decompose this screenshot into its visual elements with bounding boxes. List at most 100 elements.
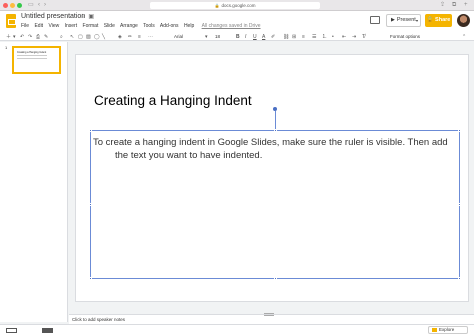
grid-view-icon[interactable] — [42, 328, 53, 333]
slide-number: 1 — [5, 45, 8, 50]
numbered-list-icon[interactable]: ⒈ — [322, 33, 327, 41]
slide-canvas[interactable]: Creating a Hanging Indent To create a ha… — [76, 55, 468, 301]
redo-icon[interactable]: ↷ — [28, 33, 32, 41]
resize-handle-bottom-right[interactable] — [458, 277, 461, 280]
chevron-down-icon[interactable]: ▾ — [416, 15, 418, 26]
filmstrip-view-icon[interactable] — [6, 328, 17, 333]
tabs-icon[interactable]: ⧉ — [452, 1, 456, 10]
new-slide-dropdown-icon[interactable]: ▾ — [13, 33, 16, 41]
browser-titlebar: ▭ ‹ › 🔒 docs.google.com ⇪ ⧉ + — [0, 0, 474, 11]
slide-canvas-area: Creating a Hanging Indent To create a ha… — [69, 42, 474, 314]
address-bar[interactable]: 🔒 docs.google.com — [150, 2, 320, 9]
line-icon[interactable]: ╲ — [102, 33, 105, 41]
resize-handle-right[interactable] — [458, 203, 461, 206]
comment-add-icon[interactable]: ⊞ — [292, 33, 296, 41]
notes-resize-grip[interactable] — [264, 313, 274, 316]
bold-icon[interactable]: B — [236, 33, 240, 41]
present-button[interactable]: ▶ Present ▾ — [386, 14, 421, 27]
menu-help[interactable]: Help — [184, 23, 194, 29]
slide-filmstrip: 1 Creating a Hanging Indent — [0, 42, 68, 322]
save-status[interactable]: All changes saved in Drive — [202, 23, 261, 29]
font-family-select[interactable]: Arial — [174, 34, 206, 40]
new-slide-icon[interactable]: ＋ — [6, 33, 11, 41]
title-icons: ☆▣ — [80, 13, 97, 20]
share-label: Share — [435, 17, 451, 23]
menu-file[interactable]: File — [21, 23, 29, 29]
move-folder-icon[interactable]: ▣ — [88, 14, 97, 20]
document-title[interactable]: Untitled presentation — [21, 13, 85, 20]
present-label: Present — [396, 17, 416, 23]
clear-formatting-icon[interactable]: T̸ — [362, 33, 365, 41]
slide-thumbnail[interactable]: Creating a Hanging Indent — [12, 46, 61, 74]
app-window: ▭ ‹ › 🔒 docs.google.com ⇪ ⧉ + Untitled pr… — [0, 0, 474, 334]
body-text[interactable]: To create a hanging indent in Google Sli… — [93, 136, 455, 162]
text-color-icon[interactable]: A — [262, 33, 265, 41]
new-tab-icon[interactable]: + — [464, 1, 468, 10]
border-weight-icon[interactable]: ≡ — [138, 33, 141, 41]
back-icon[interactable]: ‹ — [38, 1, 40, 10]
zoom-icon[interactable]: ⌕ — [60, 33, 63, 41]
play-icon: ▶ — [391, 17, 395, 23]
format-options-button[interactable]: Format options — [390, 33, 420, 41]
share-button[interactable]: 🔒 Share — [425, 14, 452, 27]
menu-view[interactable]: View — [48, 23, 59, 29]
text-box-icon[interactable]: ▢ — [78, 33, 83, 41]
resize-handle-top[interactable] — [274, 129, 277, 132]
avatar[interactable] — [457, 14, 470, 27]
increase-indent-icon[interactable]: ⇥ — [352, 33, 356, 41]
menu-tools[interactable]: Tools — [143, 23, 155, 29]
thumbnail-title: Creating a Hanging Indent — [17, 51, 47, 54]
paint-format-icon[interactable]: ✎ — [44, 33, 48, 41]
bulleted-list-icon[interactable]: • — [332, 33, 334, 41]
image-icon[interactable]: ▨ — [86, 33, 91, 41]
undo-icon[interactable]: ↶ — [20, 33, 24, 41]
resize-handle-left[interactable] — [89, 203, 92, 206]
link-icon[interactable]: ⛓ — [283, 33, 289, 41]
line-spacing-icon[interactable]: ☰ — [312, 33, 316, 41]
minimize-window-button[interactable] — [10, 3, 15, 8]
speaker-notes[interactable]: Click to add speaker notes — [69, 313, 474, 324]
align-icon[interactable]: ≡ — [302, 33, 305, 41]
lock-icon: 🔒 — [214, 3, 220, 8]
sidebar-toggle-icon[interactable]: ▭ — [28, 1, 34, 10]
menu-arrange[interactable]: Arrange — [120, 23, 138, 29]
body-text-box[interactable]: To create a hanging indent in Google Sli… — [89, 129, 461, 280]
close-window-button[interactable] — [3, 3, 8, 8]
font-size-select[interactable]: 18 — [215, 34, 227, 40]
forward-icon[interactable]: › — [44, 1, 46, 10]
print-icon[interactable]: ⎙ — [36, 33, 40, 41]
docs-header: Untitled presentation ☆▣ File Edit View … — [0, 11, 474, 33]
resize-handle-top-left[interactable] — [89, 129, 92, 132]
menu-slide[interactable]: Slide — [104, 23, 115, 29]
resize-handle-bottom[interactable] — [274, 277, 277, 280]
resize-handle-top-right[interactable] — [458, 129, 461, 132]
toolbar: ＋ ▾ ↶ ↷ ⎙ ✎ ⌕ ↖ ▢ ▨ ◯ ╲ ◈ ✏ ≡ ⋯ Arial ▾ … — [0, 33, 474, 41]
bottom-bar: Explore — [0, 324, 474, 334]
underline-icon[interactable]: U — [253, 33, 257, 41]
resize-handle-bottom-left[interactable] — [89, 277, 92, 280]
menu-insert[interactable]: Insert — [65, 23, 78, 29]
slide-title[interactable]: Creating a Hanging Indent — [94, 93, 252, 108]
slides-logo-icon[interactable] — [6, 14, 16, 28]
menu-addons[interactable]: Add-ons — [160, 23, 179, 29]
select-icon[interactable]: ↖ — [70, 33, 74, 41]
shape-icon[interactable]: ◯ — [94, 33, 100, 41]
explore-button[interactable]: Explore — [428, 326, 468, 334]
italic-icon[interactable]: I — [245, 33, 246, 41]
comments-icon[interactable] — [370, 16, 380, 24]
url-text: docs.google.com — [221, 3, 256, 8]
border-dash-icon[interactable]: ⋯ — [148, 33, 153, 41]
highlight-icon[interactable]: ✐ — [271, 33, 275, 41]
share-sheet-icon[interactable]: ⇪ — [440, 1, 445, 10]
collapse-toolbar-icon[interactable]: ⌃ — [462, 33, 466, 41]
zoom-window-button[interactable] — [17, 3, 22, 8]
rotate-handle-line — [275, 111, 276, 130]
speaker-notes-placeholder[interactable]: Click to add speaker notes — [72, 317, 125, 322]
menu-edit[interactable]: Edit — [34, 23, 43, 29]
menu-format[interactable]: Format — [83, 23, 99, 29]
decrease-indent-icon[interactable]: ⇤ — [342, 33, 346, 41]
border-color-icon[interactable]: ✏ — [128, 33, 132, 41]
font-dropdown-icon[interactable]: ▾ — [205, 33, 208, 41]
fill-color-icon[interactable]: ◈ — [118, 33, 122, 41]
explore-icon — [432, 328, 437, 332]
